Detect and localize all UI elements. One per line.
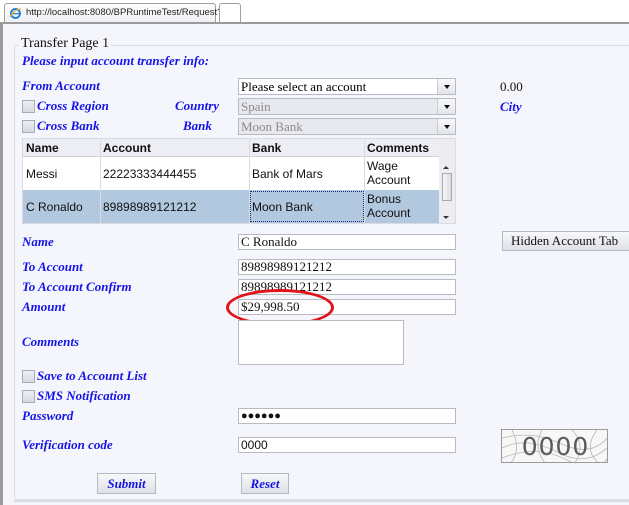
cell-account: 22223333444455: [103, 167, 197, 181]
bank-selected: Moon Bank: [241, 119, 303, 134]
grid-header: Name Account Bank Comments: [23, 139, 441, 157]
column-header-bank[interactable]: Bank: [252, 141, 281, 155]
column-divider: [100, 139, 101, 223]
scroll-down-icon[interactable]: [443, 216, 449, 219]
reset-button[interactable]: Reset: [241, 473, 289, 494]
sms-notification-checkbox[interactable]: [22, 390, 35, 403]
column-header-name[interactable]: Name: [26, 141, 59, 155]
country-selected: Spain: [241, 99, 271, 114]
chevron-down-icon[interactable]: [437, 119, 455, 134]
column-header-comments[interactable]: Comments: [367, 141, 429, 155]
verification-code-label: Verification code: [22, 437, 113, 452]
city-label: City: [500, 99, 522, 114]
captcha-text: 0000: [521, 432, 590, 461]
sms-notification-label: SMS Notification: [37, 388, 131, 403]
cell-comments-line1: Wage: [367, 159, 398, 173]
cross-region-checkbox[interactable]: [22, 100, 35, 113]
scroll-up-icon[interactable]: [443, 166, 449, 169]
scrollbar-thumb[interactable]: [442, 173, 452, 201]
captcha-image: 0000: [501, 429, 608, 463]
country-label: Country: [175, 98, 220, 113]
from-account-balance: 0.00: [500, 79, 523, 94]
cell-account: 89898989121212: [103, 200, 197, 214]
browser-tab-title: http://localhost:8080/BPRuntimeTest/Requ…: [26, 7, 241, 18]
cell-comments-line1: Bonus: [367, 192, 402, 206]
cell-bank: Moon Bank: [252, 200, 313, 214]
bank-label: Bank: [183, 118, 212, 133]
submit-button[interactable]: Submit: [97, 473, 156, 494]
verification-code-input[interactable]: 0000: [238, 437, 456, 453]
cell-name: Messi: [26, 167, 58, 181]
column-header-account[interactable]: Account: [103, 141, 151, 155]
password-label: Password: [22, 408, 74, 423]
from-account-selected: Please select an account: [241, 79, 367, 94]
to-account-input[interactable]: 89898989121212: [238, 259, 456, 275]
chevron-down-icon[interactable]: [437, 99, 455, 114]
browser-tab[interactable]: http://localhost:8080/BPRuntimeTest/Requ…: [4, 3, 240, 23]
table-row[interactable]: Messi 22223333444455 Bank of Mars Wage A…: [23, 157, 441, 190]
comments-textarea[interactable]: [238, 320, 404, 365]
save-to-account-list-label: Save to Account List: [37, 368, 147, 383]
grid-scrollbar[interactable]: [439, 139, 455, 223]
country-select[interactable]: Spain: [238, 98, 456, 115]
cell-name: C Ronaldo: [26, 200, 83, 214]
from-account-select[interactable]: Please select an account: [238, 78, 456, 95]
divider: [14, 500, 629, 502]
cross-bank-label: Cross Bank: [37, 118, 100, 133]
bank-select[interactable]: Moon Bank: [238, 118, 456, 135]
amount-label: Amount: [22, 299, 66, 314]
browser-tab-strip: http://localhost:8080/BPRuntimeTest/Requ…: [0, 0, 629, 23]
new-tab-button[interactable]: [219, 3, 241, 23]
password-input[interactable]: ●●●●●●: [238, 408, 456, 424]
to-account-confirm-label: To Account Confirm: [22, 279, 132, 294]
cell-comments-line2: Account: [367, 206, 411, 220]
column-divider: [249, 139, 250, 223]
instruction-text: Please input account transfer info:: [22, 53, 210, 68]
fieldset-legend: Transfer Page 1: [19, 36, 112, 52]
name-label: Name: [22, 234, 54, 249]
cell-comments-line2: Account: [367, 173, 411, 187]
to-account-label: To Account: [22, 259, 83, 274]
cell-bank: Bank of Mars: [252, 167, 323, 181]
cross-bank-checkbox[interactable]: [22, 120, 35, 133]
save-to-account-list-checkbox[interactable]: [22, 370, 35, 383]
name-input[interactable]: C Ronaldo: [238, 234, 456, 250]
table-row-selected[interactable]: C Ronaldo 89898989121212 Moon Bank Bonus…: [23, 190, 441, 223]
ie-browser-icon: [9, 8, 22, 19]
chevron-down-icon[interactable]: [437, 79, 455, 94]
column-divider: [364, 139, 365, 223]
accounts-grid: Name Account Bank Comments Messi 2222333…: [22, 138, 456, 224]
from-account-label: From Account: [22, 78, 100, 93]
hidden-account-table-button[interactable]: Hidden Account Tab: [502, 231, 629, 251]
cross-region-label: Cross Region: [37, 98, 109, 113]
comments-label: Comments: [22, 334, 80, 349]
